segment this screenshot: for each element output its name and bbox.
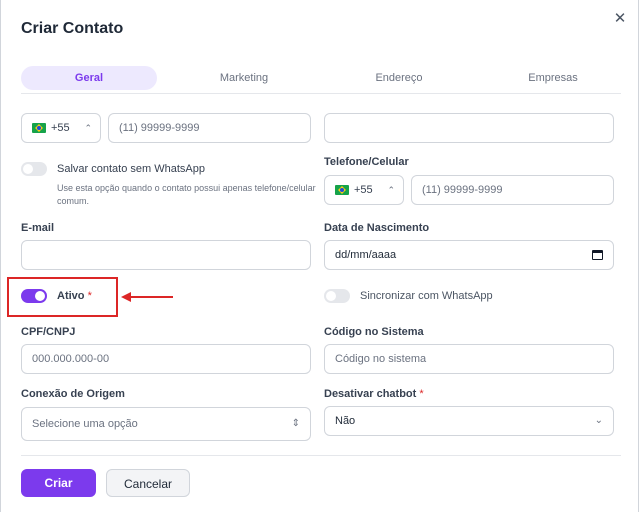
annotation-arrow-icon	[121, 292, 173, 302]
create-button[interactable]: Criar	[21, 469, 96, 497]
telefone-input[interactable]: (11) 99999-9999	[411, 175, 614, 205]
save-without-whatsapp-hint: Use esta opção quando o contato possui a…	[57, 183, 316, 206]
tab-marketing[interactable]: Marketing	[176, 66, 312, 90]
email-input[interactable]	[21, 240, 311, 270]
codigo-input[interactable]: Código no sistema	[324, 344, 614, 374]
save-without-whatsapp-label: Salvar contato sem WhatsApp	[57, 163, 205, 175]
cancel-button[interactable]: Cancelar	[106, 469, 190, 497]
brazil-flag-icon	[335, 185, 349, 196]
codigo-label: Código no Sistema	[324, 326, 424, 338]
chevron-down-icon: ⌄	[594, 415, 603, 426]
close-icon[interactable]: ✕	[613, 11, 627, 26]
email-label: E-mail	[21, 222, 55, 234]
conexao-placeholder: Selecione uma opção	[32, 418, 138, 430]
conexao-select[interactable]: Selecione uma opção ⇕	[21, 407, 311, 441]
country-code-select[interactable]: +55 ⌃	[21, 113, 101, 143]
country-code-value: +55	[51, 122, 70, 134]
brazil-flag-icon	[32, 123, 46, 134]
primary-phone-group: +55 ⌃ (11) 99999-9999	[21, 113, 311, 143]
chevron-updown-icon: ⌃	[84, 123, 92, 133]
sync-whatsapp-toggle[interactable]	[324, 289, 350, 303]
save-without-whatsapp-toggle[interactable]	[21, 162, 47, 176]
footer-divider	[21, 455, 621, 456]
telefone-country-value: +55	[354, 184, 373, 196]
chevron-updown-icon: ⌃	[387, 185, 395, 195]
telefone-label: Telefone/Celular	[324, 156, 409, 168]
chatbot-label: Desativar chatbot *	[324, 388, 424, 400]
tab-endereco[interactable]: Endereço	[331, 66, 467, 90]
dialog-title: Criar Contato	[21, 20, 124, 37]
chatbot-label-text: Desativar chatbot	[324, 388, 417, 400]
chevron-updown-icon: ⇕	[291, 418, 300, 429]
phone-input[interactable]: (11) 99999-9999	[108, 113, 311, 143]
tab-bar: Geral Marketing Endereço Empresas	[21, 66, 621, 94]
annotation-highlight-box	[7, 277, 118, 317]
conexao-label: Conexão de Origem	[21, 388, 125, 400]
telefone-group: +55 ⌃ (11) 99999-9999	[324, 175, 614, 205]
tab-geral[interactable]: Geral	[21, 66, 157, 90]
telefone-country-select[interactable]: +55 ⌃	[324, 175, 404, 205]
tab-empresas[interactable]: Empresas	[485, 66, 621, 90]
create-contact-dialog: Criar Contato ✕ Geral Marketing Endereço…	[0, 0, 639, 512]
chatbot-select[interactable]: Não ⌄	[324, 406, 614, 436]
chatbot-value: Não	[335, 415, 356, 427]
chatbot-required-mark: *	[419, 388, 424, 400]
calendar-icon[interactable]	[592, 250, 603, 260]
cpf-input[interactable]: 000.000.000-00	[21, 344, 311, 374]
cpf-label: CPF/CNPJ	[21, 326, 76, 338]
sync-whatsapp-label: Sincronizar com WhatsApp	[360, 290, 493, 302]
birthdate-input[interactable]: dd/mm/aaaa	[324, 240, 614, 270]
birthdate-placeholder: dd/mm/aaaa	[335, 249, 397, 261]
name-input[interactable]	[324, 113, 614, 143]
birthdate-label: Data de Nascimento	[324, 222, 430, 234]
